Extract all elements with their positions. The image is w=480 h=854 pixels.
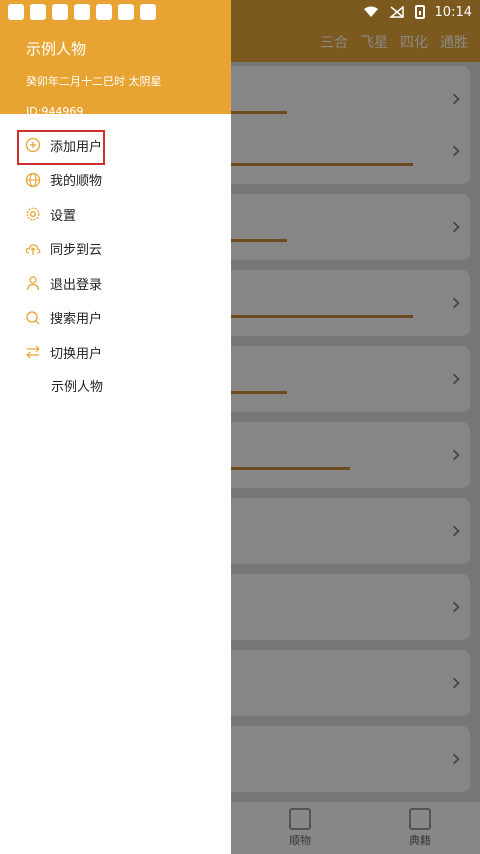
notification-icon — [8, 4, 24, 20]
menu-item-settings[interactable]: 设置 — [0, 197, 231, 232]
menu-item-search-user[interactable]: 搜索用户 — [0, 301, 231, 336]
search-icon — [24, 309, 42, 327]
menu-label: 设置 — [50, 208, 77, 224]
notification-icon — [30, 4, 46, 20]
clock: 10:14 — [434, 4, 472, 20]
notification-icon — [140, 4, 156, 20]
user-icon — [24, 274, 42, 292]
notification-icon — [74, 4, 90, 20]
navigation-drawer: 示例人物 癸卯年二月十二巳时 太阴星 ID:944969 添加用户 我的顺物 设… — [0, 0, 231, 854]
menu-item-switch-user[interactable]: 切换用户 — [0, 335, 231, 370]
drawer-menu: 添加用户 我的顺物 设置 同步到云 退出登录 搜索用户 切换用户 示例人物 — [0, 114, 231, 402]
menu-item-logout[interactable]: 退出登录 — [0, 266, 231, 301]
menu-label: 同步到云 — [50, 243, 103, 259]
user-list-item[interactable]: 示例人物 — [0, 370, 231, 402]
globe-icon — [24, 171, 42, 189]
menu-item-my-shunwu[interactable]: 我的顺物 — [0, 163, 231, 198]
highlight-box — [17, 130, 105, 165]
wifi-icon — [363, 6, 378, 17]
menu-item-sync-cloud[interactable]: 同步到云 — [0, 232, 231, 267]
notification-icon — [52, 4, 68, 20]
notification-icon — [96, 4, 112, 20]
user-name: 示例人物 — [26, 40, 87, 58]
battery-icon — [414, 5, 425, 19]
user-birth-info: 癸卯年二月十二巳时 太阴星 — [26, 75, 162, 88]
menu-item-add-user[interactable]: 添加用户 — [0, 128, 231, 165]
no-signal-icon — [388, 6, 404, 18]
menu-label: 退出登录 — [50, 277, 103, 293]
cloud-upload-icon — [24, 240, 42, 258]
menu-label: 我的顺物 — [50, 174, 103, 190]
notification-icon — [118, 4, 134, 20]
swap-icon — [24, 343, 42, 361]
gear-icon — [24, 205, 42, 223]
notification-icons — [8, 4, 156, 20]
menu-label: 搜索用户 — [50, 312, 103, 328]
status-bar: 10:14 — [0, 0, 480, 24]
menu-label: 切换用户 — [50, 346, 103, 362]
